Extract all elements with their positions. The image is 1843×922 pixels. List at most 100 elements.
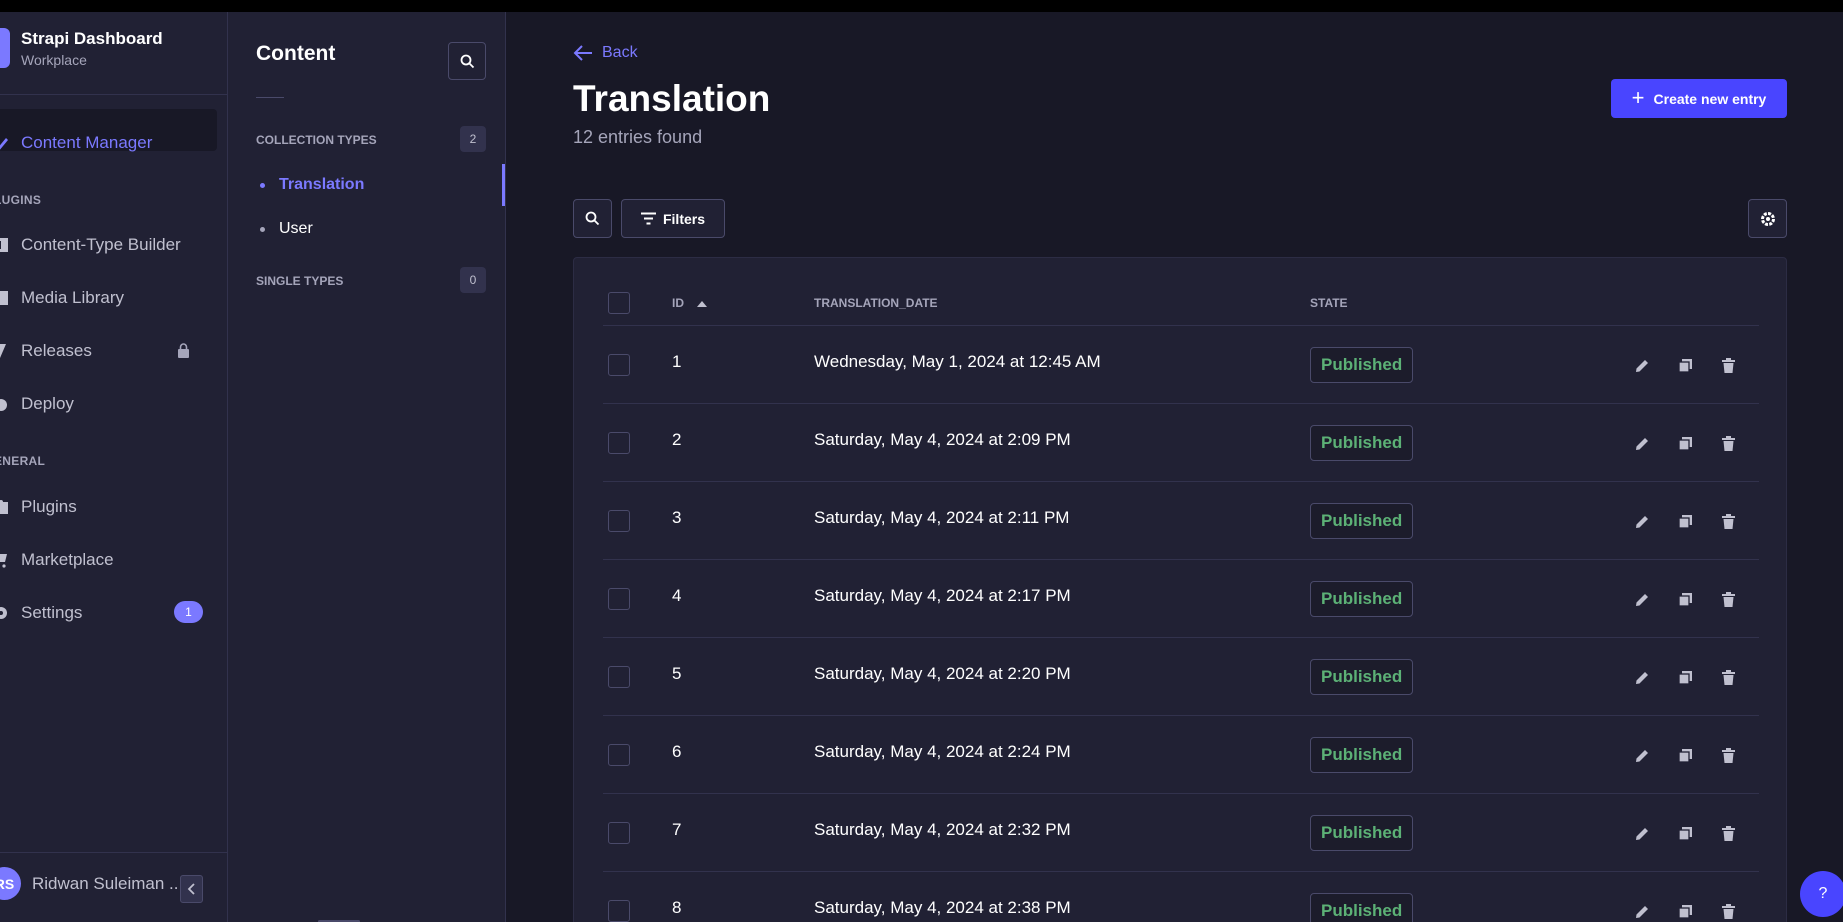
edit-button[interactable]	[1632, 589, 1652, 609]
main-nav: Strapi Dashboard Workplace Content Manag…	[0, 12, 228, 922]
brand[interactable]: Strapi Dashboard Workplace	[0, 28, 163, 68]
search-icon	[585, 211, 600, 226]
status-badge: Published	[1310, 659, 1414, 695]
row-checkbox[interactable]	[608, 354, 630, 376]
nav-item-media-library[interactable]: Media Library	[0, 286, 124, 310]
view-settings-button[interactable]	[1748, 199, 1787, 238]
delete-button[interactable]	[1718, 433, 1738, 453]
column-header-translation-date[interactable]: TRANSLATION_DATE	[814, 296, 938, 310]
duplicate-icon	[1677, 358, 1692, 373]
row-checkbox[interactable]	[608, 822, 630, 844]
delete-button[interactable]	[1718, 901, 1738, 921]
row-checkbox[interactable]	[608, 510, 630, 532]
collection-types-count: 2	[460, 126, 486, 152]
nav-item-deploy[interactable]: Deploy	[0, 392, 74, 416]
single-types-heading[interactable]: SINGLE TYPES	[256, 274, 343, 288]
nav-item-label: Plugins	[21, 497, 77, 516]
table-row[interactable]: 5 Saturday, May 4, 2024 at 2:20 PM Publi…	[574, 638, 1788, 716]
column-header-id[interactable]: ID	[672, 296, 708, 310]
app-frame: Strapi Dashboard Workplace Content Manag…	[0, 12, 1843, 922]
edit-button[interactable]	[1632, 355, 1652, 375]
row-checkbox[interactable]	[608, 744, 630, 766]
nav-item-plugins[interactable]: Plugins	[0, 495, 77, 519]
media-library-icon	[0, 291, 8, 305]
duplicate-button[interactable]	[1675, 355, 1695, 375]
duplicate-button[interactable]	[1675, 511, 1695, 531]
subnav-search-button[interactable]	[448, 42, 486, 80]
trash-icon	[1721, 825, 1735, 841]
select-all-checkbox[interactable]	[608, 292, 630, 314]
cell-id: 8	[672, 898, 682, 917]
table-row[interactable]: 2 Saturday, May 4, 2024 at 2:09 PM Publi…	[574, 404, 1788, 482]
delete-button[interactable]	[1718, 823, 1738, 843]
delete-button[interactable]	[1718, 667, 1738, 687]
table-row[interactable]: 3 Saturday, May 4, 2024 at 2:11 PM Publi…	[574, 482, 1788, 560]
column-header-state: STATE	[1310, 296, 1348, 310]
pencil-icon	[1635, 827, 1648, 840]
bullet	[260, 226, 265, 232]
table-row[interactable]: 8 Saturday, May 4, 2024 at 2:38 PM Publi…	[574, 872, 1788, 922]
row-checkbox[interactable]	[608, 432, 630, 454]
edit-button[interactable]	[1632, 667, 1652, 687]
duplicate-button[interactable]	[1675, 823, 1695, 843]
table-row[interactable]: 7 Saturday, May 4, 2024 at 2:32 PM Publi…	[574, 794, 1788, 872]
subnav-item-label: User	[279, 220, 313, 237]
create-new-entry-button[interactable]: + Create new entry	[1611, 79, 1787, 118]
gear-icon	[1760, 211, 1775, 226]
nav-item-marketplace[interactable]: Marketplace	[0, 548, 114, 572]
row-checkbox[interactable]	[608, 588, 630, 610]
edit-button[interactable]	[1632, 745, 1652, 765]
nav-item-content-manager[interactable]: Content Manager	[0, 131, 152, 155]
duplicate-button[interactable]	[1675, 667, 1695, 687]
duplicate-button[interactable]	[1675, 589, 1695, 609]
edit-button[interactable]	[1632, 823, 1652, 843]
nav-section-general: ENERAL	[0, 454, 46, 468]
subnav-divider	[256, 97, 284, 98]
gear-icon	[0, 607, 7, 619]
edit-button[interactable]	[1632, 511, 1652, 531]
nav-item-label: Deploy	[21, 394, 74, 413]
table-row[interactable]: 4 Saturday, May 4, 2024 at 2:17 PM Publi…	[574, 560, 1788, 638]
cell-id: 7	[672, 820, 682, 839]
nav-item-content-type-builder[interactable]: Content-Type Builder	[0, 233, 181, 257]
settings-notification-badge: 1	[174, 601, 203, 623]
pencil-icon	[1635, 905, 1648, 918]
filters-button[interactable]: Filters	[621, 199, 725, 238]
subnav-item-user[interactable]: User	[260, 220, 313, 238]
create-label: Create new entry	[1653, 90, 1767, 107]
duplicate-icon	[1677, 904, 1692, 919]
edit-button[interactable]	[1632, 433, 1652, 453]
trash-icon	[1721, 591, 1735, 607]
pencil-icon	[1635, 515, 1648, 528]
duplicate-button[interactable]	[1675, 433, 1695, 453]
cell-id: 5	[672, 664, 682, 683]
table-row[interactable]: 1 Wednesday, May 1, 2024 at 12:45 AM Pub…	[574, 326, 1788, 404]
trash-icon	[1721, 435, 1735, 451]
back-link[interactable]: Back	[573, 44, 638, 62]
status-badge: Published	[1310, 737, 1414, 773]
sort-up-icon	[697, 301, 708, 307]
duplicate-button[interactable]	[1675, 901, 1695, 921]
row-checkbox[interactable]	[608, 666, 630, 688]
filter-icon	[640, 212, 656, 225]
table-search-button[interactable]	[573, 199, 612, 238]
collapse-nav-button[interactable]	[180, 875, 203, 903]
row-checkbox[interactable]	[608, 900, 630, 922]
bullet	[260, 182, 265, 188]
table-row[interactable]: 6 Saturday, May 4, 2024 at 2:24 PM Publi…	[574, 716, 1788, 794]
edit-button[interactable]	[1632, 901, 1652, 921]
delete-button[interactable]	[1718, 355, 1738, 375]
nav-item-settings[interactable]: Settings	[0, 601, 82, 625]
nav-item-releases[interactable]: Releases	[0, 339, 92, 363]
nav-item-label: Releases	[21, 341, 92, 360]
trash-icon	[1721, 669, 1735, 685]
collection-types-heading[interactable]: COLLECTION TYPES	[256, 133, 377, 147]
delete-button[interactable]	[1718, 589, 1738, 609]
delete-button[interactable]	[1718, 745, 1738, 765]
cell-translation-date: Wednesday, May 1, 2024 at 12:45 AM	[814, 352, 1101, 371]
user-menu[interactable]: RS Ridwan Suleiman ...	[0, 867, 183, 900]
delete-button[interactable]	[1718, 511, 1738, 531]
subnav-item-translation[interactable]: Translation	[260, 176, 364, 194]
help-button[interactable]: ?	[1800, 871, 1843, 917]
duplicate-button[interactable]	[1675, 745, 1695, 765]
